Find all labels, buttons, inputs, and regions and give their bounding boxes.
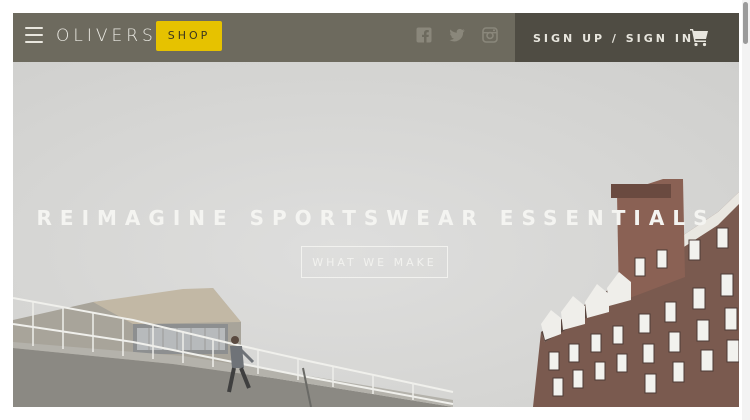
page-frame: OLIVERS SHOP SIGN UP / SIGN IN REIMAGINE…: [13, 13, 739, 407]
top-navigation-bar: OLIVERS SHOP SIGN UP / SIGN IN: [13, 13, 739, 62]
page-scrollbar[interactable]: [742, 0, 750, 420]
facebook-icon[interactable]: [416, 27, 432, 43]
twitter-icon[interactable]: [449, 27, 465, 43]
hero-banner: REIMAGINE SPORTSWEAR ESSENTIALS WHAT WE …: [13, 62, 739, 407]
what-we-make-button[interactable]: WHAT WE MAKE: [301, 246, 448, 278]
hero-headline: REIMAGINE SPORTSWEAR ESSENTIALS: [36, 206, 716, 230]
account-panel: SIGN UP / SIGN IN: [515, 13, 739, 62]
shop-button[interactable]: SHOP: [156, 21, 222, 51]
sign-up-sign-in-link[interactable]: SIGN UP / SIGN IN: [533, 32, 694, 45]
scrollbar-thumb[interactable]: [743, 2, 748, 44]
shopping-cart-icon[interactable]: [689, 27, 709, 47]
hero-photo: [13, 179, 739, 407]
instagram-icon[interactable]: [482, 27, 498, 43]
brand-logo[interactable]: OLIVERS: [56, 26, 157, 46]
hamburger-menu-icon[interactable]: [25, 27, 43, 44]
